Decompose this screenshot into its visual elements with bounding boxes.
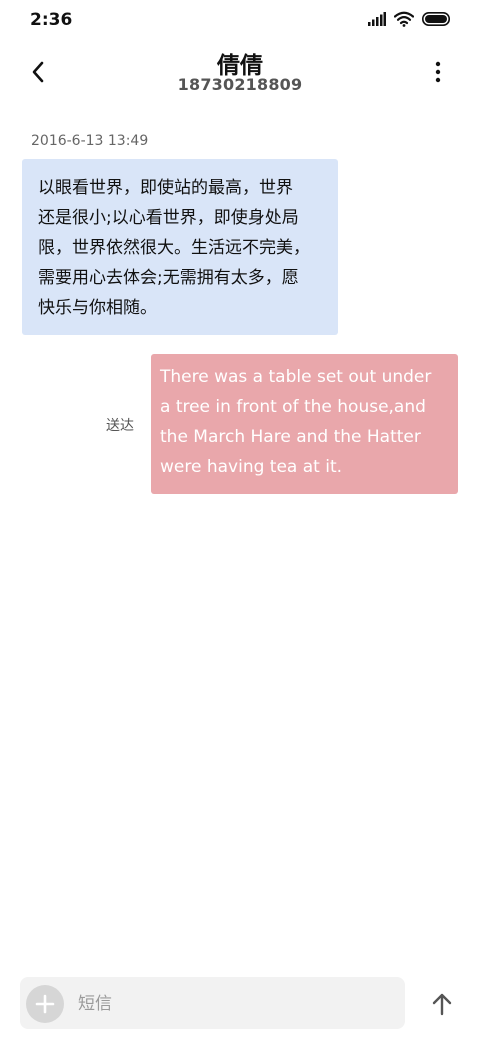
message-line: were having tea at it. <box>160 457 343 477</box>
message-line: 需要用心去体会;无需拥有太多，愿 <box>38 268 299 288</box>
message-line: 以眼看世界，即使站的最高，世界 <box>38 178 293 198</box>
message-line: a tree in front of the house,and <box>160 397 426 417</box>
more-vertical-icon <box>435 61 441 83</box>
add-attachment-button[interactable] <box>26 985 64 1023</box>
wifi-icon <box>394 11 414 27</box>
status-time: 2:36 <box>30 10 73 30</box>
incoming-message-bubble[interactable]: 以眼看世界，即使站的最高，世界 还是很小;以心看世界，即使身处局 限，世界依然很… <box>22 159 338 335</box>
conversation-header: 倩倩 18730218809 <box>0 40 480 104</box>
message-line: 还是很小;以心看世界，即使身处局 <box>38 208 299 228</box>
more-options-button[interactable] <box>420 54 456 90</box>
message-input[interactable] <box>76 986 390 1022</box>
battery-icon <box>422 12 450 26</box>
send-button[interactable] <box>426 988 458 1020</box>
contact-number: 18730218809 <box>177 75 303 94</box>
delivery-status: 送达 <box>106 418 134 434</box>
message-line: the March Hare and the Hatter <box>160 427 421 447</box>
message-composer <box>20 977 405 1029</box>
message-line: 限，世界依然很大。生活远不完美， <box>38 238 310 258</box>
plus-icon <box>35 994 55 1014</box>
arrow-up-icon <box>432 993 452 1016</box>
status-bar: 2:36 <box>0 0 480 40</box>
message-line: There was a table set out under <box>160 367 432 387</box>
outgoing-message-bubble[interactable]: There was a table set out under a tree i… <box>151 354 458 494</box>
message-timestamp: 2016-6-13 13:49 <box>31 133 149 149</box>
status-icons <box>368 11 452 27</box>
message-line: 快乐与你相随。 <box>38 298 157 318</box>
signal-icon <box>368 12 386 26</box>
